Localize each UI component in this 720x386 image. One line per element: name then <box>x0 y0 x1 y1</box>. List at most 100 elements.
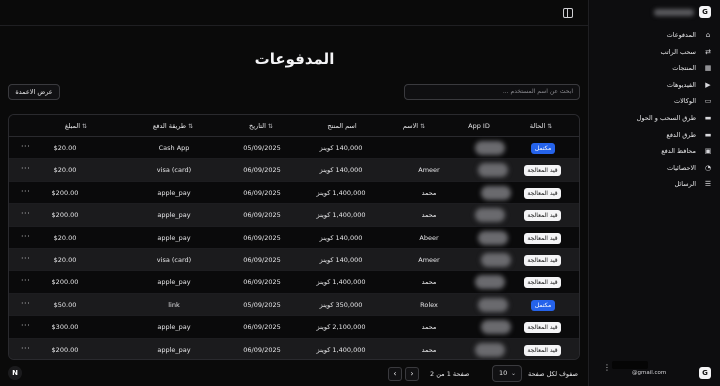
app-id-redacted <box>475 342 505 357</box>
sort-icon[interactable]: ⇅ <box>188 123 193 130</box>
method-cell: visa (card) <box>156 166 192 175</box>
sort-icon[interactable]: ⇅ <box>420 123 425 130</box>
header-method[interactable]: طريقة الدفع ⇅ <box>129 115 219 137</box>
name-cell: محمد <box>421 345 437 354</box>
user-menu-icon[interactable]: ⋮ <box>603 364 611 372</box>
sidebar-item-label: المدفوعات <box>666 31 696 39</box>
amount-cell: $20.00 <box>53 166 77 175</box>
sidebar-item[interactable]: طرق السحب و الحول ▬ <box>620 112 712 124</box>
header-status[interactable]: الحالة ⇅ <box>517 115 567 137</box>
product-cell: 1,400,000 كوينز <box>316 278 366 287</box>
name-cell: محمد <box>421 278 437 287</box>
row-actions-button[interactable]: ··· <box>21 316 30 338</box>
sidebar-item[interactable]: طرق الدفع ▬ <box>620 129 712 141</box>
table-row[interactable]: ··· $200.00 apple_pay 06/09/2025 1,400,000 ك… <box>9 204 579 227</box>
status-badge: قيد المعالجة <box>524 277 561 289</box>
table-row[interactable]: ··· $20.00 visa (card) 06/09/2025 140,000 كو… <box>9 249 579 272</box>
product-cell: 2,100,000 كوينز <box>316 323 366 332</box>
sidebar-item-label: الاحصائيات <box>666 163 696 172</box>
header-date[interactable]: التاريخ ⇅ <box>227 115 297 137</box>
header-name[interactable]: الاسم ⇅ <box>387 115 443 137</box>
row-actions-button[interactable]: ··· <box>21 182 30 204</box>
chart-icon: ◔ <box>704 163 712 172</box>
sidebar-item[interactable]: الاحصائيات ◔ <box>620 162 712 174</box>
user-email: @gmail.com <box>632 370 667 376</box>
row-actions-button[interactable]: ··· <box>21 249 30 271</box>
status-badge: قيد المعالجة <box>524 344 561 356</box>
row-actions-button[interactable]: ··· <box>21 137 30 159</box>
status-badge: قيد المعالجة <box>524 210 561 222</box>
sidebar-item[interactable]: محافظ الدفع ▣ <box>620 145 712 157</box>
date-cell: 06/09/2025 <box>243 188 281 197</box>
credit-card-icon: ▬ <box>704 130 712 139</box>
table-row[interactable]: ··· $200.00 apple_pay 06/09/2025 1,400,000 ك… <box>9 181 579 205</box>
table-row[interactable]: ··· $300.00 apple_pay 06/09/2025 2,100,000 ك… <box>9 316 579 339</box>
table-row[interactable]: ··· $20.00 visa (card) 06/09/2025 140,000 كو… <box>9 159 579 182</box>
sidebar-item-label: طرق السحب و الحول <box>636 114 696 122</box>
amount-cell: $200.00 <box>51 211 79 220</box>
table-row[interactable]: ··· $200.00 apple_pay 06/09/2025 1,400,000 ك… <box>9 271 579 294</box>
sort-icon[interactable]: ⇅ <box>82 123 87 130</box>
sort-icon[interactable]: ⇅ <box>547 123 552 130</box>
grid-icon: ▦ <box>704 64 712 73</box>
date-cell: 06/09/2025 <box>243 233 281 242</box>
main-content: المدفوعات عرض الاعمدة ابحث عن اسم المستخ… <box>0 0 589 386</box>
method-cell: apple_pay <box>157 323 191 332</box>
status-badge: قيد المعالجة <box>524 187 561 199</box>
sort-icon[interactable]: ⇅ <box>268 123 273 130</box>
sidebar-item[interactable]: الرسائل ☰ <box>620 178 712 190</box>
amount-cell: $200.00 <box>51 188 79 197</box>
sidebar-item[interactable]: سحب الراتب ⇄ <box>620 46 712 58</box>
sidebar-item-label: طرق الدفع <box>666 130 696 139</box>
date-cell: 05/09/2025 <box>243 300 281 309</box>
sidebar-item[interactable]: الفيديوهات ▶ <box>620 79 712 91</box>
status-badge: قيد المعالجة <box>524 322 561 334</box>
row-actions-button[interactable]: ··· <box>21 204 30 226</box>
sidebar-toggle-icon[interactable] <box>563 8 573 18</box>
product-cell: 1,400,000 كوينز <box>316 345 366 354</box>
row-actions-button[interactable]: ··· <box>21 339 30 359</box>
sidebar-item[interactable]: المنتجات ▦ <box>620 62 712 74</box>
amount-cell: $200.00 <box>51 278 79 287</box>
transfer-icon: ⇄ <box>705 47 711 56</box>
search-input[interactable]: ابحث عن اسم المستخدم ... <box>404 84 580 100</box>
table-row[interactable]: ··· $20.00 Cash App 05/09/2025 140,000 كوينز… <box>9 137 579 160</box>
name-cell: محمد <box>421 188 437 197</box>
row-actions-button[interactable]: ··· <box>21 227 30 249</box>
header-amount[interactable]: المبلغ ⇅ <box>47 115 107 137</box>
rows-per-page-label: صفوف لكل صفحة <box>528 370 579 378</box>
name-cell: Rolex <box>420 300 438 309</box>
product-cell: 140,000 كوينز <box>319 144 363 152</box>
method-cell: Cash App <box>158 144 190 152</box>
brand-logo[interactable]: G <box>699 6 711 18</box>
method-cell: apple_pay <box>157 188 191 197</box>
video-icon: ▶ <box>705 80 711 89</box>
row-actions-button[interactable]: ··· <box>21 294 30 316</box>
app-id-redacted <box>481 320 511 335</box>
app-id-redacted <box>475 141 505 155</box>
user-avatar[interactable]: G <box>699 367 711 379</box>
row-actions-button[interactable]: ··· <box>21 271 30 293</box>
prev-page-button[interactable]: ‹ <box>388 367 402 381</box>
next-page-button[interactable]: › <box>405 367 419 381</box>
sidebar-item[interactable]: الوكالات ▭ <box>620 95 712 107</box>
product-cell: 1,400,000 كوينز <box>316 211 366 220</box>
method-cell: apple_pay <box>157 278 191 287</box>
name-cell: Ameer <box>418 166 440 175</box>
sidebar-item[interactable]: المدفوعات ⌂ <box>620 29 712 41</box>
nav-badge[interactable]: N <box>8 366 22 380</box>
rows-per-page-select[interactable]: 10 ⌄ <box>492 365 522 382</box>
app-id-redacted <box>481 185 511 200</box>
amount-cell: $20.00 <box>53 144 77 152</box>
table-row[interactable]: ··· $200.00 apple_pay 06/09/2025 1,400,000 ك… <box>9 338 579 359</box>
method-cell: visa (card) <box>156 256 192 264</box>
method-cell: link <box>168 300 180 309</box>
sidebar-item-label: الوكالات <box>673 97 696 106</box>
payments-table: الحالة ⇅ App ID الاسم ⇅ اسم المنتج التاريخ… <box>8 114 580 360</box>
table-row[interactable]: ··· $50.00 link 05/09/2025 350,000 كوينز Role… <box>9 293 579 317</box>
columns-button[interactable]: عرض الاعمدة <box>8 84 60 100</box>
page-title: المدفوعات <box>254 50 335 68</box>
row-actions-button[interactable]: ··· <box>21 159 30 181</box>
method-cell: apple_pay <box>157 233 191 242</box>
table-row[interactable]: ··· $20.00 apple_pay 06/09/2025 140,000 كوين… <box>9 226 579 249</box>
